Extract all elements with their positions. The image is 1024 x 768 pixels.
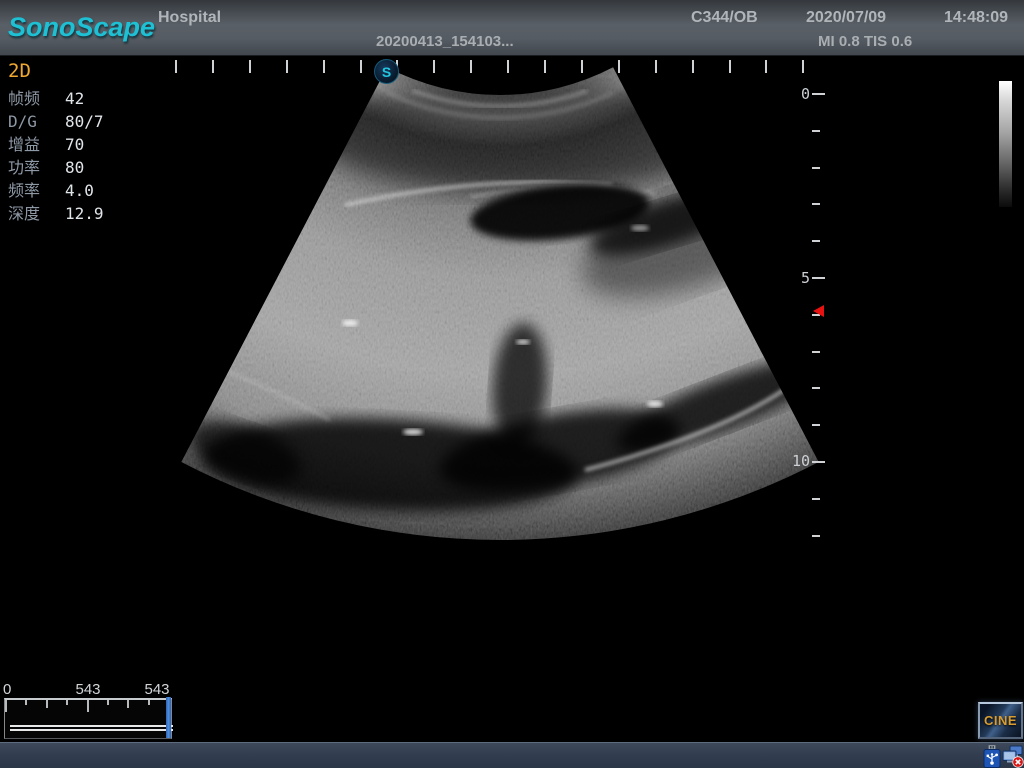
cine-tick (148, 700, 150, 705)
ruler-tick (212, 60, 214, 73)
ruler-tick (286, 60, 288, 73)
orientation-marker: S (374, 59, 399, 84)
ruler-tick (729, 60, 731, 73)
param-row-frequency: 频率 4.0 (8, 179, 104, 202)
hospital-name: Hospital (158, 9, 221, 27)
depth-tick (812, 277, 825, 279)
param-row-framerate: 帧频 42 (8, 87, 104, 110)
ruler-tick (802, 60, 804, 73)
depth-label-10: 10 (788, 452, 810, 470)
cine-tick (66, 700, 68, 705)
depth-tick (812, 351, 820, 353)
cine-position-marker[interactable] (166, 697, 171, 738)
ultrasound-image (0, 0, 1024, 768)
ruler-tick (470, 60, 472, 73)
depth-tick (812, 424, 820, 426)
sonoscape-logo: SonoScape (8, 12, 155, 43)
cine-tick (87, 700, 89, 712)
depth-tick (812, 203, 820, 205)
ruler-tick (507, 60, 509, 73)
ruler-tick (433, 60, 435, 73)
taskbar (0, 742, 1024, 768)
cine-tick (25, 700, 27, 705)
depth-tick (812, 387, 820, 389)
cine-tick (46, 700, 48, 708)
top-status-bar: SonoScape Hospital 20200413_154103... C3… (0, 0, 1024, 56)
param-row-dg: D/G 80/7 (8, 110, 104, 133)
ruler-tick (249, 60, 251, 73)
network-error-icon[interactable] (1002, 745, 1024, 768)
cine-frame-start: 0 (3, 681, 11, 698)
ruler-tick (581, 60, 583, 73)
ruler-tick (655, 60, 657, 73)
depth-tick (812, 240, 820, 242)
param-row-power: 功率 80 (8, 156, 104, 179)
usb-icon[interactable] (983, 745, 1001, 768)
cine-tick (107, 700, 109, 705)
cine-tick (5, 700, 7, 712)
ruler-tick (360, 60, 362, 73)
mode-label: 2D (8, 60, 104, 82)
system-time: 14:48:09 (944, 9, 1008, 27)
ruler-tick (692, 60, 694, 73)
cine-frame-end: 543 (139, 681, 175, 698)
depth-tick (812, 130, 820, 132)
system-date: 2020/07/09 (806, 9, 886, 27)
depth-tick (812, 535, 820, 537)
ruler-tick (323, 60, 325, 73)
focus-position-marker[interactable] (813, 305, 824, 317)
depth-label-5: 5 (788, 269, 810, 287)
grayscale-bar (999, 81, 1012, 207)
cine-progress-line (10, 725, 173, 727)
probe-preset: C344/OB (691, 9, 758, 27)
cine-progress-line (10, 729, 173, 731)
depth-tick (812, 167, 820, 169)
depth-label-0: 0 (788, 85, 810, 103)
exam-id: 20200413_154103... (376, 33, 514, 50)
mi-tis-readout: MI 0.8 TIS 0.6 (818, 33, 912, 50)
cine-button[interactable]: CINE (978, 702, 1023, 739)
cine-tick (127, 700, 129, 708)
ultrasound-screen: SonoScape Hospital 20200413_154103... C3… (0, 0, 1024, 768)
ruler-tick (544, 60, 546, 73)
depth-tick (812, 498, 820, 500)
imaging-parameters-panel: 2D 帧频 42 D/G 80/7 增益 70 功率 80 频率 4.0 深度 … (8, 60, 104, 225)
param-row-gain: 增益 70 (8, 133, 104, 156)
param-row-depth: 深度 12.9 (8, 202, 104, 225)
cine-frame-mid: 543 (70, 681, 106, 698)
depth-tick (812, 93, 825, 95)
ruler-tick (618, 60, 620, 73)
depth-tick (812, 461, 825, 463)
ruler-tick (765, 60, 767, 73)
ruler-tick (175, 60, 177, 73)
cine-scrubber[interactable] (4, 698, 172, 739)
cine-button-label: CINE (984, 713, 1017, 728)
